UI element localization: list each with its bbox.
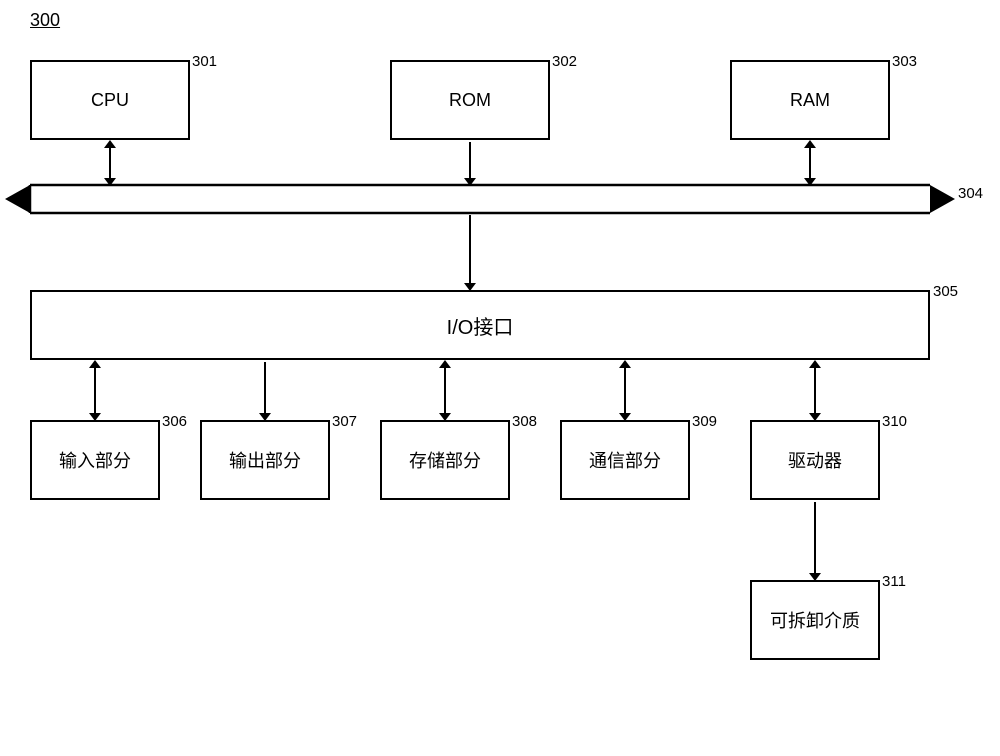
diagram: 300 <box>0 0 1000 756</box>
ram-label: RAM <box>790 90 830 111</box>
bus-ref: 304 <box>958 185 983 202</box>
cpu-ref: 301 <box>192 53 217 70</box>
output-label: 输出部分 <box>229 447 301 473</box>
figure-label: 300 <box>30 10 60 31</box>
driver-box: 驱动器 <box>750 420 880 500</box>
storage-box: 存储部分 <box>380 420 510 500</box>
rom-label: ROM <box>449 90 491 111</box>
input-label: 输入部分 <box>59 447 131 473</box>
io-ref: 305 <box>933 283 958 300</box>
output-box: 输出部分 <box>200 420 330 500</box>
driver-label: 驱动器 <box>788 447 842 473</box>
io-box: I/O接口 <box>30 290 930 360</box>
media-ref: 311 <box>882 573 906 590</box>
input-ref: 306 <box>162 413 187 430</box>
ram-ref: 303 <box>892 53 917 70</box>
ram-box: RAM <box>730 60 890 140</box>
input-box: 输入部分 <box>30 420 160 500</box>
comm-ref: 309 <box>692 413 717 430</box>
driver-ref: 310 <box>882 413 907 430</box>
storage-label: 存储部分 <box>409 447 481 473</box>
media-label: 可拆卸介质 <box>770 607 860 633</box>
cpu-label: CPU <box>91 90 129 111</box>
storage-ref: 308 <box>512 413 537 430</box>
rom-ref: 302 <box>552 53 577 70</box>
cpu-box: CPU <box>30 60 190 140</box>
io-label: I/O接口 <box>447 311 514 340</box>
rom-box: ROM <box>390 60 550 140</box>
media-box: 可拆卸介质 <box>750 580 880 660</box>
comm-label: 通信部分 <box>589 447 661 473</box>
comm-box: 通信部分 <box>560 420 690 500</box>
output-ref: 307 <box>332 413 357 430</box>
